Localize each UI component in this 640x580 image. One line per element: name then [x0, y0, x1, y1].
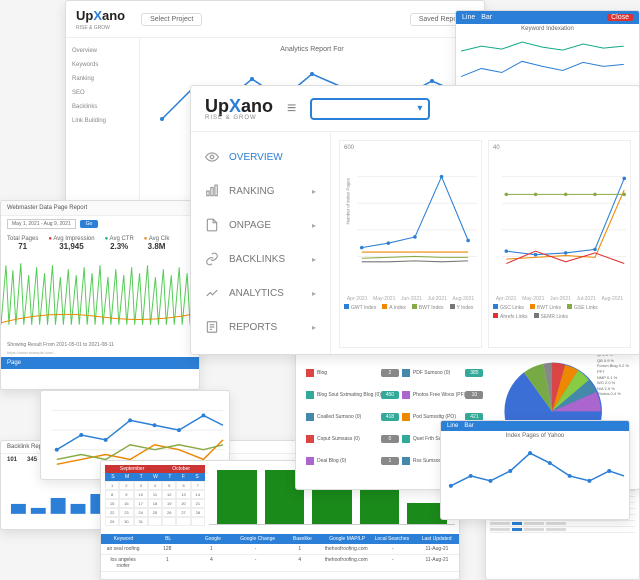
table-row[interactable]: los angeles roofer14-4thehoofroofing.com… [101, 555, 459, 572]
nav-label: ONPAGE [229, 220, 271, 231]
tla-item[interactable]: Photos Free Woos (PF)10 [402, 385, 484, 404]
bars-icon [205, 184, 219, 198]
x-labels: Apr-2021May-2021Jun-2021Jul-2021Aug-2021 [344, 296, 477, 302]
wm-note: Showing Result From 2021-05-01 to 2021-0… [1, 340, 199, 350]
nav-reports[interactable]: REPORTS ▸ [191, 310, 330, 344]
chart-icon [205, 286, 219, 300]
tr-close-button[interactable]: Close [607, 14, 633, 21]
wm-title: Webmaster Data Page Report [1, 201, 199, 216]
br-line-chart [441, 441, 629, 496]
doc-icon [205, 218, 219, 232]
chevron-right-icon: ▸ [312, 323, 316, 332]
filter-icon: ▾ [417, 103, 422, 114]
logo: UpXano RISE & GROW [76, 7, 125, 31]
nav-overview[interactable]: OVERVIEW [191, 140, 330, 174]
keyword-table: KeywordBLGoogleGoogle ChangeBaselikeGoog… [101, 534, 459, 572]
svg-text:Number of Index Pages: Number of Index Pages [345, 177, 350, 224]
bg-side-item[interactable]: Backlinks [70, 100, 135, 114]
wm-stats: Total Pages71 ● Avg Impression31,945 ● A… [1, 232, 199, 255]
wm-url: https://www.example.com/... [1, 350, 199, 357]
legend-left: GWT Index A Index BWT Index Y Index [344, 304, 477, 311]
main-nav: OVERVIEW RANKING ▸ ONPAGE ▸ BAC [191, 132, 331, 355]
nav-onpage[interactable]: ONPAGE ▸ [191, 208, 330, 242]
nav-label: OVERVIEW [229, 152, 283, 163]
link-icon [205, 252, 219, 266]
eye-icon [205, 150, 219, 164]
search-input[interactable]: ▾ [310, 98, 430, 120]
x-labels: Apr-2021May-2021Jun-2021Jul-2021Aug-2021 [493, 296, 626, 302]
tla-item[interactable]: Coput Sumsass (0)0 [306, 430, 399, 449]
bg-side-item[interactable]: Overview [70, 44, 135, 58]
tr-tab-bar[interactable]: Bar [481, 14, 492, 21]
bottom-right-line-panel: Line Bar Index Pages of Yahoo [440, 420, 630, 520]
tla-item[interactable]: Blog2 [306, 363, 399, 382]
calendar-widget[interactable]: SeptemberOctober SMTWTFS 123456789101112… [105, 465, 205, 526]
table-row[interactable] [490, 527, 635, 533]
bg-header: UpXano RISE & GROW Select Project Saved … [66, 1, 484, 38]
nav-analytics[interactable]: ANALYTICS ▸ [191, 276, 330, 310]
chevron-right-icon: ▸ [312, 221, 316, 230]
nav-ranking[interactable]: RANKING ▸ [191, 174, 330, 208]
br-tab-bar[interactable]: Bar [464, 423, 473, 429]
nav-backlinks[interactable]: BACKLINKS ▸ [191, 242, 330, 276]
date-range-input[interactable]: May 1, 2021 - Aug 9, 2021 [7, 219, 76, 229]
bg-side-item[interactable]: SEO [70, 86, 135, 100]
tla-item[interactable]: Deal Blog (0)1 [306, 452, 399, 471]
bg-side-item[interactable]: Link Building [70, 114, 135, 128]
main-header: UpXano RISE & GROW ≡ ▾ [191, 86, 639, 132]
nav-label: RANKING [229, 186, 275, 197]
table-row[interactable]: air seal roofing1281-1thehoofroofing.com… [101, 544, 459, 555]
links-chart: 40 Apr-2021May-2021Jun-2021Jul-2021Aug-2… [488, 140, 631, 348]
br-tab-line[interactable]: Line [447, 423, 458, 429]
green-sparkline [1, 255, 199, 335]
tr-title: Keyword Indexation [456, 24, 639, 34]
chevron-right-icon: ▸ [312, 255, 316, 264]
chevron-right-icon: ▸ [312, 187, 316, 196]
main-app-panel: UpXano RISE & GROW ≡ ▾ OVERVIEW RANKING … [190, 85, 640, 355]
nav-label: ANALYTICS [229, 288, 284, 299]
nav-label: BACKLINKS [229, 254, 285, 265]
project-selector[interactable]: Select Project [141, 13, 202, 26]
report-icon [205, 320, 219, 334]
bg-side-item[interactable]: Keywords [70, 58, 135, 72]
go-button[interactable]: Go [80, 220, 99, 228]
index-pages-chart: 600 Number of Index Pages Apr-2021May-20… [339, 140, 482, 348]
tr-tab-line[interactable]: Line [462, 14, 475, 21]
logo: UpXano RISE & GROW [205, 96, 273, 121]
table-header-row: KeywordBLGoogleGoogle ChangeBaselikeGoog… [101, 534, 459, 544]
webmaster-report-panel: Webmaster Data Page Report May 1, 2021 -… [0, 200, 200, 390]
wm-footer: Page [1, 357, 199, 369]
hamburger-icon[interactable]: ≡ [287, 100, 296, 118]
br-toolbar: Line Bar [441, 421, 629, 431]
chevron-right-icon: ▸ [312, 289, 316, 298]
nav-label: REPORTS [229, 322, 277, 333]
tr-toolbar: Line Bar Close [456, 11, 639, 24]
legend-right: GSC Links BWT Links GSE Links Ahrefs Lin… [493, 304, 626, 320]
br-title: Index Pages of Yahoo [441, 431, 629, 441]
main-charts: 600 Number of Index Pages Apr-2021May-20… [331, 132, 639, 355]
bg-chart-title: Analytics Report For [148, 46, 476, 53]
tla-item[interactable]: PDF Sumsoo (0)385 [402, 363, 484, 382]
tla-item[interactable]: Blog Sxut Sxtmating Blog (0)450 [306, 385, 399, 404]
bg-side-item[interactable]: Ranking [70, 72, 135, 86]
tla-item[interactable]: Coalled Sumsoo (0)418 [306, 407, 399, 426]
